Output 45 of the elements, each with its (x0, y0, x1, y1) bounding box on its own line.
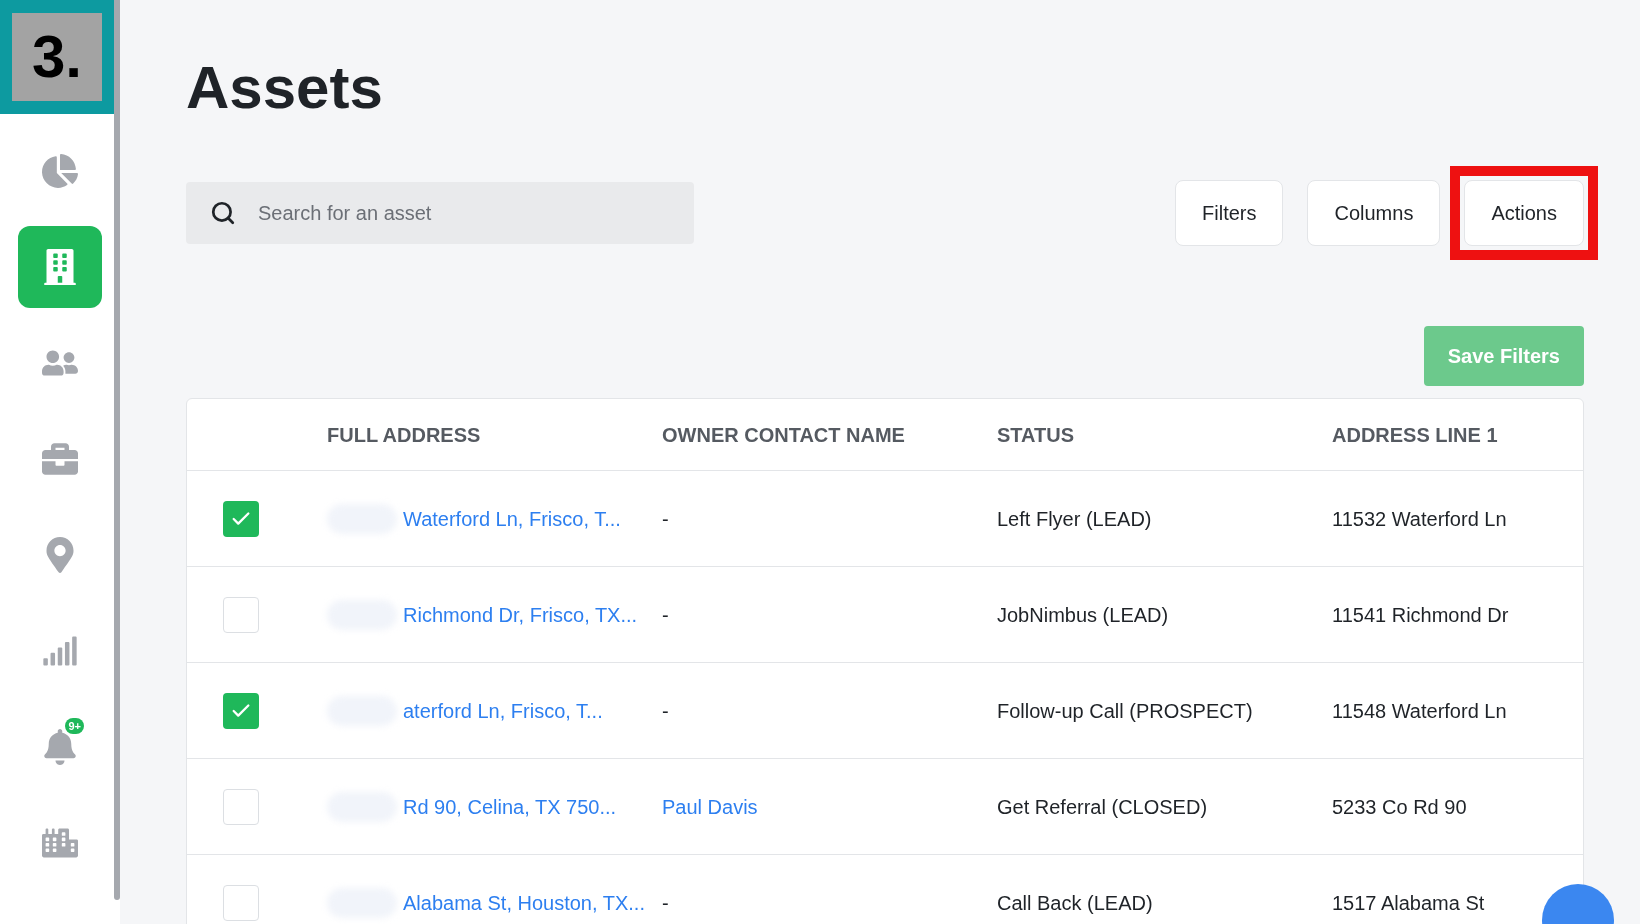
save-filters-button[interactable]: Save Filters (1423, 326, 1584, 386)
column-header: ADDRESS LINE 1 (1332, 422, 1499, 448)
address-link[interactable]: Waterford Ln, Frisco, T... (403, 503, 621, 534)
scrollbar[interactable] (114, 0, 120, 900)
search-icon (210, 200, 236, 226)
table-cell-text: 11548 Waterford Ln (1332, 698, 1507, 724)
row-checkbox[interactable] (223, 788, 259, 825)
table-cell-text: 11541 Richmond Dr (1332, 602, 1509, 628)
column-header: STATUS (997, 422, 1076, 448)
page-title: Assets (186, 53, 384, 123)
table-cell-text: JobNimbus (LEAD) (997, 602, 1169, 628)
step-number: 3. (12, 13, 102, 101)
toolbar-button[interactable]: Actions (1464, 180, 1584, 246)
table-cell-text: Get Referral (CLOSED) (997, 794, 1208, 820)
table-cell-text: 1517 Alabama St (1332, 890, 1485, 916)
column-header: FULL ADDRESS (327, 422, 482, 448)
table-cell-text: - (662, 506, 669, 532)
table-cell-text: Follow-up Call (PROSPECT) (997, 698, 1253, 724)
address-link[interactable]: aterford Ln, Frisco, T... (403, 695, 603, 726)
toolbar-button[interactable]: Filters (1175, 180, 1284, 246)
table-cell-text: Call Back (LEAD) (997, 890, 1153, 916)
address-link[interactable]: Rd 90, Celina, TX 750... (403, 791, 617, 822)
notification-badge: 9+ (65, 718, 84, 734)
pie-chart-icon (42, 153, 78, 189)
bell-icon (42, 729, 78, 765)
owner-link[interactable]: Paul Davis (662, 791, 758, 822)
table-cell-text: Left Flyer (LEAD) (997, 506, 1152, 532)
building-icon (42, 249, 78, 285)
address-link[interactable]: Richmond Dr, Frisco, TX... (403, 599, 638, 630)
table-cell-text: - (662, 698, 669, 724)
row-checkbox[interactable] (223, 596, 259, 633)
briefcase-icon (42, 441, 78, 477)
address-link[interactable]: Alabama St, Houston, TX... (403, 887, 645, 918)
sidebar-item[interactable] (18, 226, 102, 308)
toolbar-button[interactable]: Columns (1307, 180, 1441, 246)
table-cell-text: - (662, 602, 669, 628)
search-field[interactable]: Search for an asset (186, 182, 694, 244)
column-header: OWNER CONTACT NAME (662, 422, 906, 448)
row-checkbox[interactable] (223, 884, 259, 921)
row-checkbox[interactable] (223, 692, 259, 729)
table-cell-text: 5233 Co Rd 90 (1332, 794, 1467, 820)
row-checkbox[interactable] (223, 500, 259, 537)
sidebar-item[interactable]: 9+ (18, 706, 102, 788)
table-cell-text: - (662, 890, 669, 916)
table-cell-text: 11532 Waterford Ln (1332, 506, 1507, 532)
